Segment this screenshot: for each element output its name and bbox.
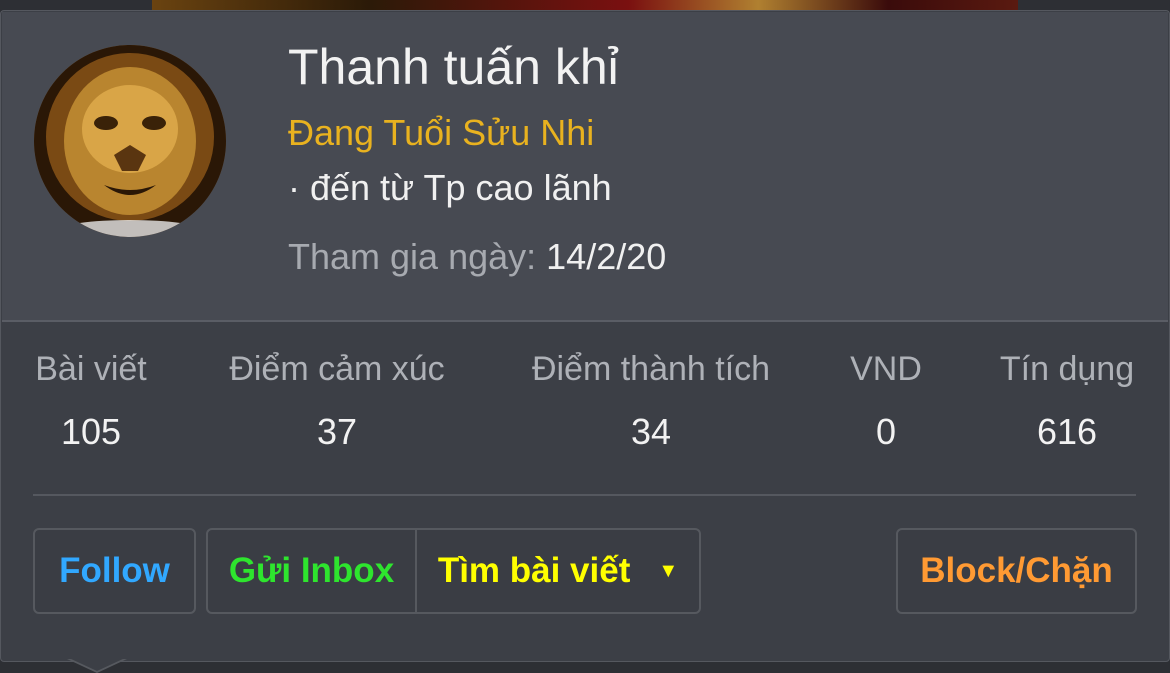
- stat-label: Điểm thành tích: [531, 350, 771, 388]
- find-posts-label: Tìm bài viết: [437, 551, 631, 590]
- caret-down-icon: ▼: [658, 559, 679, 582]
- stat-posts[interactable]: Bài viết 105: [33, 350, 149, 453]
- stat-vnd[interactable]: VND 0: [846, 350, 926, 453]
- joined-date: Tham gia ngày: 14/2/20: [288, 236, 666, 278]
- stat-value: 37: [316, 411, 358, 452]
- find-posts-button[interactable]: Tìm bài viết ▼: [415, 528, 701, 614]
- follow-button[interactable]: Follow: [33, 528, 196, 614]
- user-location: · đến từ Tp cao lãnh: [288, 167, 612, 208]
- stat-label: Bài viết: [35, 350, 147, 388]
- send-inbox-button[interactable]: Gửi Inbox: [206, 528, 417, 614]
- stat-credit[interactable]: Tín dụng 616: [994, 350, 1140, 453]
- stat-value: 616: [1036, 411, 1098, 452]
- joined-label: Tham gia ngày:: [288, 236, 537, 277]
- stat-label: VND: [850, 350, 922, 388]
- stat-label: Tín dụng: [999, 350, 1135, 388]
- stats-row: Bài viết 105 Điểm cảm xúc 37 Điểm thành …: [0, 350, 1168, 460]
- stat-trophy-points[interactable]: Điểm thành tích 34: [524, 350, 778, 453]
- stat-value: 34: [630, 411, 672, 452]
- lion-avatar-icon: [34, 45, 226, 237]
- profile-header: Thanh tuấn khỉ Đang Tuổi Sửu Nhi · đến t…: [2, 12, 1168, 322]
- block-button[interactable]: Block/Chặn: [896, 528, 1137, 614]
- user-title: Đang Tuổi Sửu Nhi: [288, 112, 595, 153]
- stat-value: 105: [60, 411, 122, 452]
- stat-reactions[interactable]: Điểm cảm xúc 37: [222, 350, 452, 453]
- stat-value: 0: [875, 411, 897, 452]
- avatar[interactable]: [34, 45, 226, 237]
- profile-name: Thanh tuấn khỉ: [288, 39, 619, 95]
- joined-value: 14/2/20: [546, 236, 667, 277]
- divider: [33, 494, 1136, 496]
- tooltip-pointer: [67, 658, 127, 673]
- stat-label: Điểm cảm xúc: [229, 350, 445, 388]
